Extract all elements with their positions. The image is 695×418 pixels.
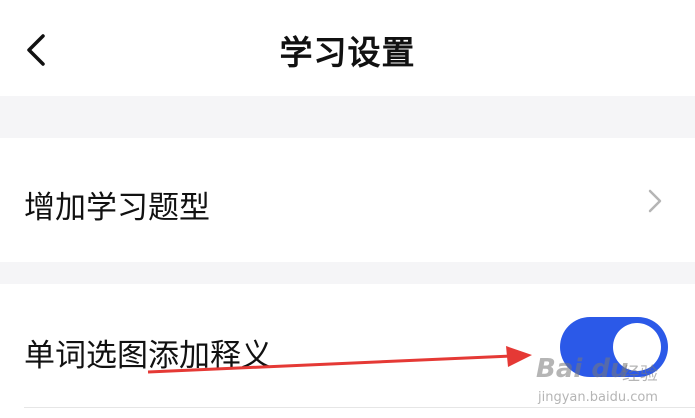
app-header: 学习设置 (0, 0, 695, 96)
section-gap (0, 262, 695, 284)
baidu-watermark: Bai du 经验 jingyan.baidu.com (536, 352, 686, 412)
annotation-arrow (147, 346, 532, 374)
page-title: 学习设置 (279, 33, 416, 72)
section-gap (0, 96, 695, 138)
watermark-url: jingyan.baidu.com (538, 390, 658, 405)
chevron-right-icon (648, 189, 662, 213)
add-question-type-label: 增加学习题型 (24, 190, 210, 226)
watermark-cn: 经验 (622, 364, 658, 385)
add-question-type-row[interactable]: 增加学习题型 (0, 138, 695, 262)
watermark-brand: Bai du (536, 354, 629, 384)
